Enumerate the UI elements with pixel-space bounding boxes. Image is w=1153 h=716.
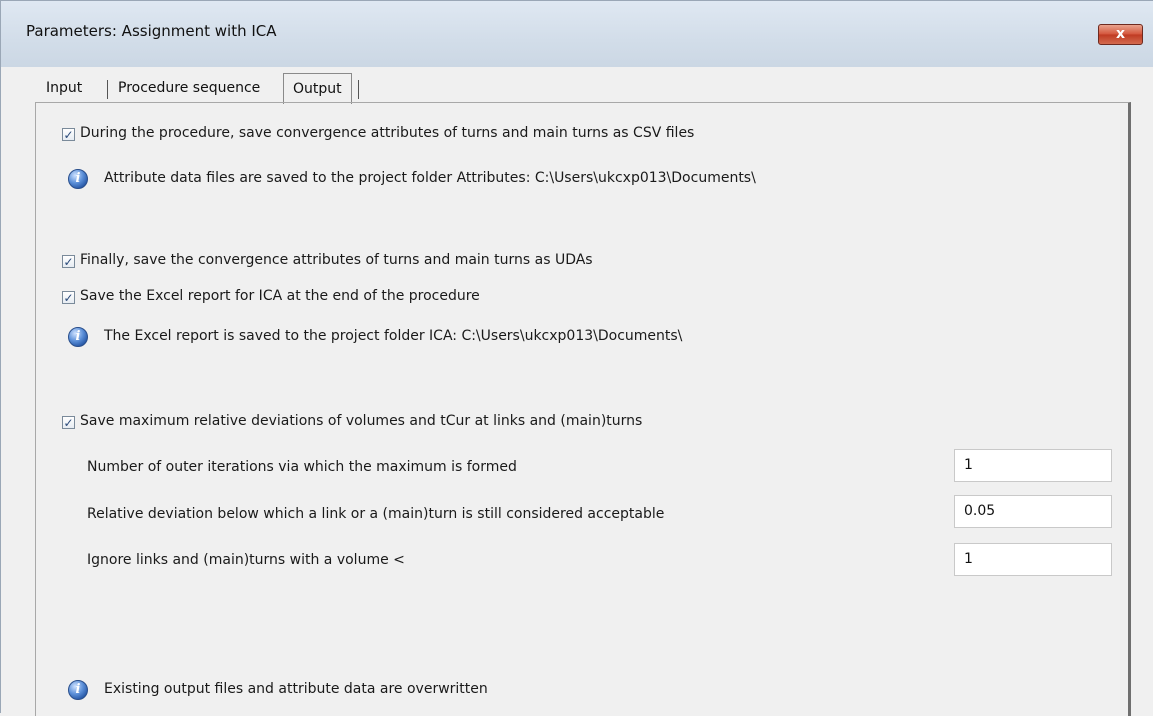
- tab-separator: [358, 80, 359, 99]
- info-icon: i: [68, 327, 88, 347]
- save-csv-label[interactable]: During the procedure, save convergence a…: [80, 125, 694, 141]
- relative-deviation-label: Relative deviation below which a link or…: [87, 506, 665, 522]
- outer-iterations-label: Number of outer iterations via which the…: [87, 459, 517, 475]
- save-udas-label[interactable]: Finally, save the convergence attributes…: [80, 252, 593, 268]
- output-tab-panel: [35, 102, 1131, 716]
- tab-output[interactable]: Output: [283, 73, 352, 104]
- ignore-volume-label: Ignore links and (main)turns with a volu…: [87, 552, 405, 568]
- dialog-window: Parameters: Assignment with ICA x Input …: [0, 0, 1153, 716]
- save-max-deviation-checkbox[interactable]: ✓: [62, 416, 75, 429]
- save-csv-checkbox[interactable]: ✓: [62, 128, 75, 141]
- window-title: Parameters: Assignment with ICA: [26, 22, 277, 40]
- info-icon: i: [68, 169, 88, 189]
- relative-deviation-field[interactable]: 0.05: [954, 495, 1112, 528]
- save-excel-checkbox[interactable]: ✓: [62, 291, 75, 304]
- close-icon: x: [1115, 26, 1126, 42]
- overwrite-info-text: Existing output files and attribute data…: [104, 681, 488, 697]
- info-icon: i: [68, 680, 88, 700]
- outer-iterations-field[interactable]: 1: [954, 449, 1112, 482]
- save-udas-checkbox[interactable]: ✓: [62, 255, 75, 268]
- save-max-deviation-label[interactable]: Save maximum relative deviations of volu…: [80, 413, 642, 429]
- close-button[interactable]: x: [1098, 24, 1143, 45]
- csv-info-text: Attribute data files are saved to the pr…: [104, 170, 756, 186]
- tab-procedure-sequence[interactable]: Procedure sequence: [109, 73, 269, 103]
- ignore-volume-field[interactable]: 1: [954, 543, 1112, 576]
- save-excel-label[interactable]: Save the Excel report for ICA at the end…: [80, 288, 480, 304]
- tab-separator: [107, 80, 108, 99]
- tab-input[interactable]: Input: [37, 73, 91, 103]
- excel-info-text: The Excel report is saved to the project…: [104, 328, 683, 344]
- title-bar[interactable]: Parameters: Assignment with ICA x: [1, 1, 1153, 67]
